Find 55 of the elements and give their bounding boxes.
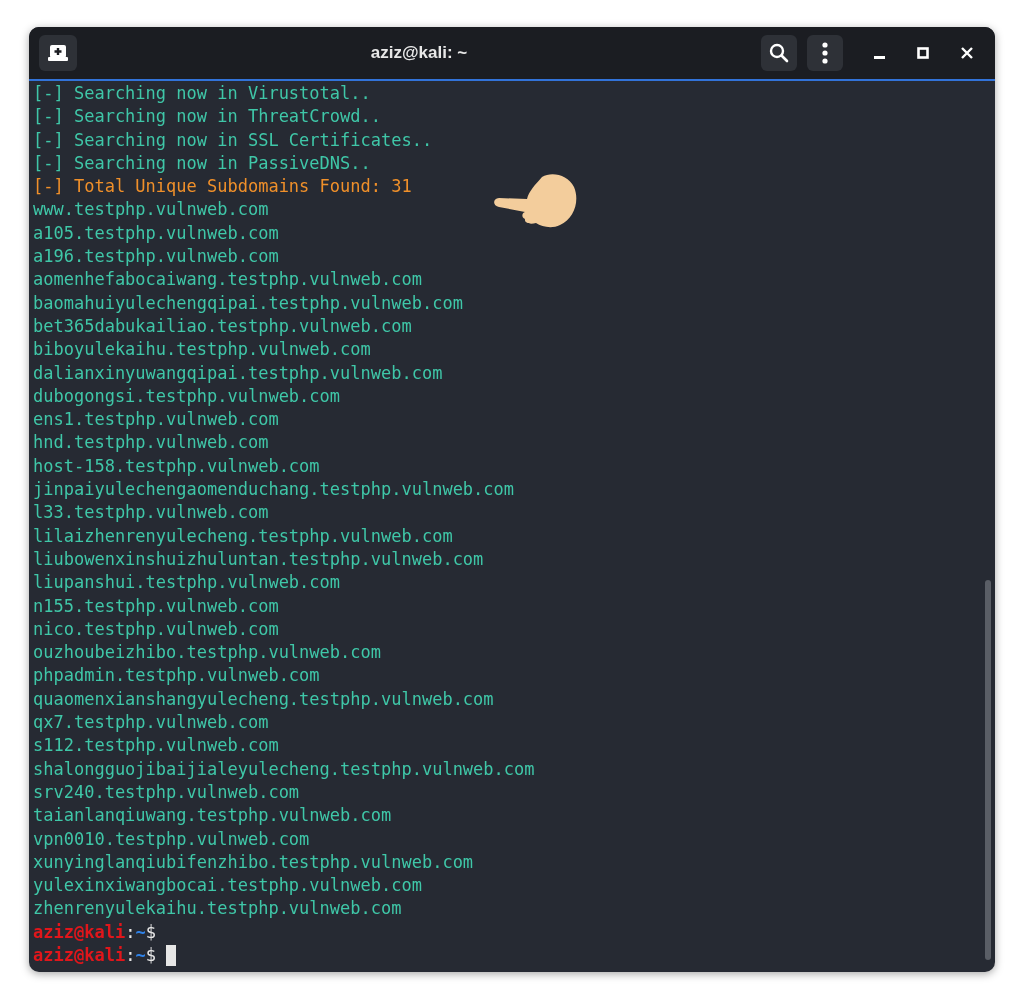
output-line: qx7.testphp.vulnweb.com [33, 711, 269, 734]
output-line: biboyulekaihu.testphp.vulnweb.com [33, 338, 371, 362]
output-line: srv240.testphp.vulnweb.com [33, 780, 300, 804]
prompt-symbol: $ [145, 920, 156, 944]
output-line: liubowenxinshuizhuluntan.testphp.vulnweb.com [33, 547, 484, 571]
output-line: host-158.testphp.vulnweb.com [33, 454, 320, 478]
scrollbar-thumb[interactable] [985, 580, 991, 960]
prompt-user: aziz@kali [33, 944, 126, 967]
output-line: dubogongsi.testphp.vulnweb.com [33, 384, 341, 408]
output-line: aomenhefabocaiwang.testphp.vulnweb.com [33, 268, 422, 292]
output-line: lilaizhenrenyulecheng.testphp.vulnweb.com [33, 524, 453, 548]
prompt-separator: : [125, 920, 136, 944]
output-line: hnd.testphp.vulnweb.com [33, 431, 269, 455]
new-tab-icon [48, 44, 68, 62]
output-line: taianlanqiuwang.testphp.vulnweb.com [33, 804, 392, 828]
search-icon [769, 43, 789, 63]
output-line: s112.testphp.vulnweb.com [33, 734, 279, 758]
output-line: a196.testphp.vulnweb.com [33, 245, 279, 269]
output-line: liupanshui.testphp.vulnweb.com [33, 571, 341, 595]
output-line: [-] Total Unique Subdomains Found: 31 [33, 175, 412, 199]
minimize-icon [873, 56, 885, 59]
output-line: nico.testphp.vulnweb.com [33, 617, 279, 641]
more-options-icon [822, 42, 828, 64]
prompt-path: ~ [135, 944, 146, 967]
output-line: bet365dabukailiao.testphp.vulnweb.com [33, 314, 412, 338]
prompt-user: aziz@kali [33, 920, 126, 944]
new-tab-button[interactable] [39, 35, 77, 71]
output-line: vpn0010.testphp.vulnweb.com [33, 827, 310, 851]
prompt-symbol: $ [145, 944, 156, 967]
output-line: [-] Searching now in ThreatCrowd.. [33, 105, 381, 129]
maximize-icon [917, 47, 929, 59]
output-line: xunyinglanqiubifenzhibo.testphp.vulnweb.com [33, 850, 474, 874]
output-line: l33.testphp.vulnweb.com [33, 501, 269, 525]
output-line: dalianxinyuwangqipai.testphp.vulnweb.com [33, 361, 443, 385]
output-line: zhenrenyulekaihu.testphp.vulnweb.com [33, 897, 402, 921]
menu-button[interactable] [807, 35, 843, 71]
search-button[interactable] [761, 35, 797, 71]
output-line: [-] Searching now in PassiveDNS.. [33, 151, 371, 175]
output-line: shalongguojibaijialeyulecheng.testphp.vulnweb.com [33, 757, 535, 781]
output-line: [-] Searching now in SSL Certificates.. [33, 128, 433, 152]
output-line: phpadmin.testphp.vulnweb.com [33, 664, 320, 688]
output-line: jinpaiyulechengaomenduchang.testphp.vulnweb.com [33, 478, 515, 502]
output-line: ens1.testphp.vulnweb.com [33, 408, 279, 432]
output-line: a105.testphp.vulnweb.com [33, 221, 279, 245]
output-line: ouzhoubeizhibo.testphp.vulnweb.com [33, 641, 381, 665]
output-line: yulexinxiwangbocai.testphp.vulnweb.com [33, 874, 422, 898]
output-line: quaomenxianshangyulecheng.testphp.vulnweb.com [33, 687, 494, 711]
output-line: www.testphp.vulnweb.com [33, 198, 269, 222]
window-title: aziz@kali: ~ [370, 42, 468, 65]
prompt-path: ~ [135, 920, 146, 944]
close-icon [961, 47, 973, 59]
output-line: n155.testphp.vulnweb.com [33, 594, 279, 618]
output-line: [-] Searching now in Virustotal.. [33, 82, 371, 105]
prompt-separator: : [125, 944, 136, 967]
output-line: baomahuiyulechengqipai.testphp.vulnweb.com [33, 291, 463, 315]
